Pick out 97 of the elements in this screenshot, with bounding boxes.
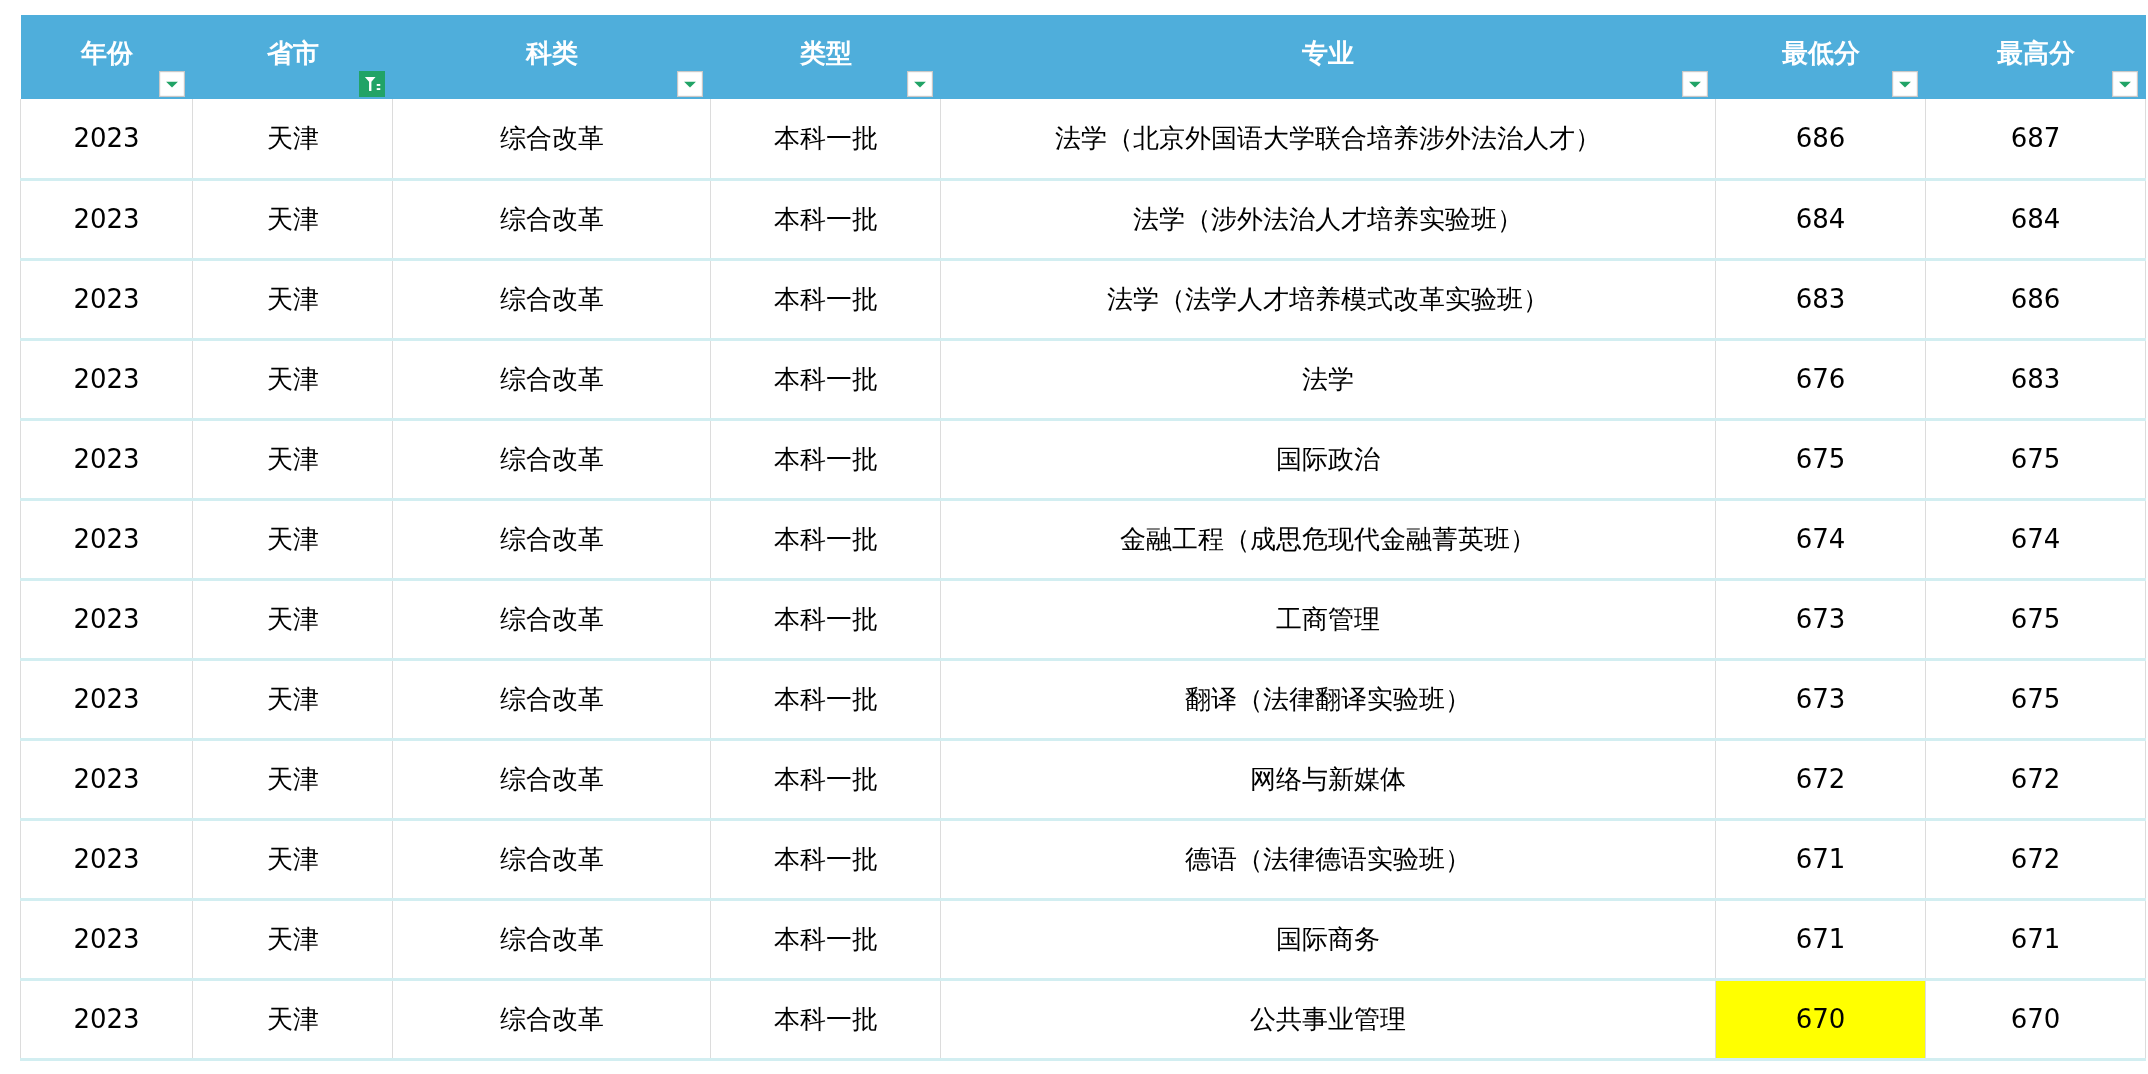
- filter-active-icon[interactable]: [358, 71, 385, 97]
- table-cell: 天津: [192, 419, 393, 499]
- table-cell: 本科一批: [710, 739, 941, 819]
- table-cell: 683: [1925, 339, 2146, 419]
- table-cell: 天津: [192, 99, 393, 179]
- table-cell: 金融工程（成思危现代金融菁英班）: [940, 499, 1716, 579]
- table-cell: 670: [1715, 979, 1926, 1059]
- table-cell: 2023: [20, 339, 193, 419]
- table-cell: 天津: [192, 339, 393, 419]
- column-header: 类型: [799, 37, 852, 68]
- table-cell: 综合改革: [392, 659, 711, 739]
- table-cell: 本科一批: [710, 979, 941, 1059]
- table-cell: 本科一批: [710, 419, 941, 499]
- table-cell: 2023: [20, 659, 193, 739]
- table-cell: 天津: [192, 259, 393, 339]
- table-cell: 675: [1715, 419, 1926, 499]
- table-cell: 天津: [192, 579, 393, 659]
- dropdown-icon[interactable]: [906, 71, 933, 97]
- table-cell: 2023: [20, 899, 193, 979]
- table-cell: 671: [1715, 819, 1926, 899]
- column-header: 年份: [80, 37, 133, 68]
- table-cell: 686: [1925, 259, 2146, 339]
- table-cell: 673: [1715, 659, 1926, 739]
- dropdown-icon[interactable]: [676, 71, 703, 97]
- table-cell: 天津: [192, 659, 393, 739]
- table-cell: 671: [1925, 899, 2146, 979]
- table-cell: 本科一批: [710, 819, 941, 899]
- table-cell: 684: [1715, 179, 1926, 259]
- table-cell: 天津: [192, 899, 393, 979]
- table-cell: 675: [1925, 419, 2146, 499]
- dropdown-icon[interactable]: [2111, 71, 2138, 97]
- table-cell: 国际政治: [940, 419, 1716, 499]
- table-cell: 675: [1925, 579, 2146, 659]
- table-cell: 674: [1715, 499, 1926, 579]
- table-cell: 综合改革: [392, 499, 711, 579]
- table-cell: 公共事业管理: [940, 979, 1716, 1059]
- column-header: 最低分: [1781, 37, 1860, 68]
- table-cell: 法学（法学人才培养模式改革实验班）: [940, 259, 1716, 339]
- table-cell: 675: [1925, 659, 2146, 739]
- table-cell: 综合改革: [392, 179, 711, 259]
- table-cell: 687: [1925, 99, 2146, 179]
- table-cell: 法学: [940, 339, 1716, 419]
- table-cell: 2023: [20, 579, 193, 659]
- table-cell: 2023: [20, 259, 193, 339]
- table-cell: 网络与新媒体: [940, 739, 1716, 819]
- column-header: 最高分: [1996, 37, 2075, 68]
- table-cell: 672: [1715, 739, 1926, 819]
- table-cell: 本科一批: [710, 99, 941, 179]
- column-header: 专业: [1302, 37, 1354, 68]
- table-cell: 2023: [20, 99, 193, 179]
- dropdown-icon[interactable]: [1891, 71, 1918, 97]
- table-cell: 本科一批: [710, 499, 941, 579]
- table-cell: 法学（涉外法治人才培养实验班）: [940, 179, 1716, 259]
- table-cell: 翻译（法律翻译实验班）: [940, 659, 1716, 739]
- table-cell: 天津: [192, 979, 393, 1059]
- table-cell: 674: [1925, 499, 2146, 579]
- table-cell: 天津: [192, 499, 393, 579]
- table-cell: 2023: [20, 739, 193, 819]
- table-cell: 2023: [20, 819, 193, 899]
- table-cell: 670: [1925, 979, 2146, 1059]
- table-cell: 本科一批: [710, 179, 941, 259]
- dropdown-icon[interactable]: [1681, 71, 1708, 97]
- table-cell: 法学（北京外国语大学联合培养涉外法治人才）: [940, 99, 1716, 179]
- table-cell: 综合改革: [392, 819, 711, 899]
- table-cell: 686: [1715, 99, 1926, 179]
- table-cell: 本科一批: [710, 339, 941, 419]
- column-header: 省市: [266, 37, 319, 68]
- table-cell: 本科一批: [710, 899, 941, 979]
- table-cell: 综合改革: [392, 339, 711, 419]
- table-cell: 天津: [192, 179, 393, 259]
- table-cell: 综合改革: [392, 739, 711, 819]
- table-cell: 综合改革: [392, 979, 711, 1059]
- table-cell: 综合改革: [392, 899, 711, 979]
- column-header: 科类: [525, 37, 578, 68]
- table-cell: 673: [1715, 579, 1926, 659]
- table-cell: 国际商务: [940, 899, 1716, 979]
- table-cell: 德语（法律德语实验班）: [940, 819, 1716, 899]
- table-cell: 综合改革: [392, 259, 711, 339]
- table-cell: 综合改革: [392, 99, 711, 179]
- table-cell: 672: [1925, 739, 2146, 819]
- dropdown-icon[interactable]: [158, 71, 185, 97]
- table-cell: 天津: [192, 739, 393, 819]
- table-cell: 本科一批: [710, 259, 941, 339]
- table-cell: 综合改革: [392, 579, 711, 659]
- table-cell: 天津: [192, 819, 393, 899]
- table-cell: 综合改革: [392, 419, 711, 499]
- table-cell: 2023: [20, 499, 193, 579]
- table-cell: 本科一批: [710, 659, 941, 739]
- table-cell: 672: [1925, 819, 2146, 899]
- table-cell: 2023: [20, 179, 193, 259]
- table-cell: 2023: [20, 419, 193, 499]
- table-cell: 工商管理: [940, 579, 1716, 659]
- table-cell: 676: [1715, 339, 1926, 419]
- table-cell: 684: [1925, 179, 2146, 259]
- table-cell: 2023: [20, 979, 193, 1059]
- table-cell: 683: [1715, 259, 1926, 339]
- table-cell: 本科一批: [710, 579, 941, 659]
